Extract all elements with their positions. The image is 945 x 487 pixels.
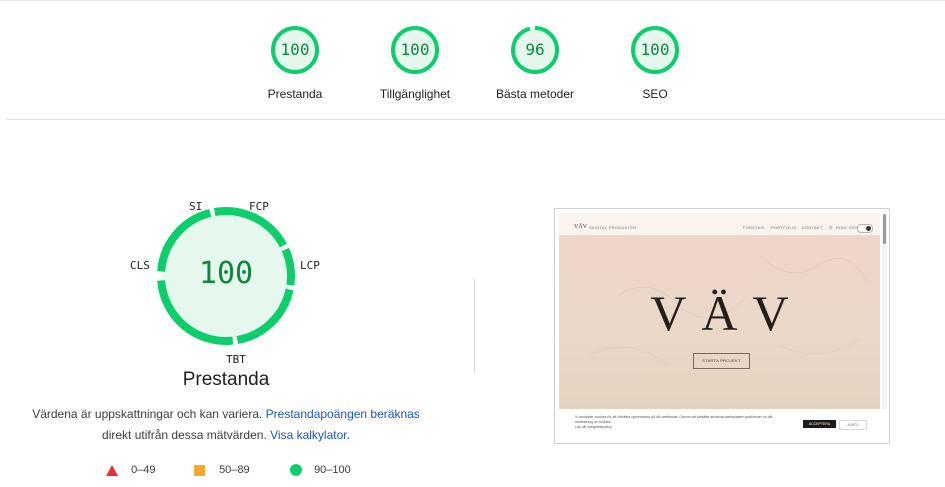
legend-item-fail: 0–49 <box>106 464 156 476</box>
performance-score: 100 <box>198 256 254 291</box>
cookie-text-line2: användning av cookies. <box>575 420 612 424</box>
gauge-seo[interactable]: 100 SEO <box>605 25 705 101</box>
site-logo: VÄV <box>574 224 587 230</box>
metric-label-tbt: TBT <box>226 353 246 366</box>
site-nav-contact: KONTAKT <box>802 225 823 230</box>
gauge-label: Tillgänglighet <box>379 87 451 101</box>
legend-range-pass: 90–100 <box>314 464 351 476</box>
site-nav-company: FÖRETAG <box>743 225 765 230</box>
gauge-performance[interactable]: 100 Prestanda <box>245 25 345 101</box>
legend-item-pass: 90–100 <box>290 464 351 477</box>
section-divider <box>6 119 945 120</box>
performance-description: Värdena är uppskattningar och kan varier… <box>20 404 432 446</box>
hero-title: VÄV <box>650 285 804 341</box>
gauge-best-practices[interactable]: 96 Bästa metoder <box>485 25 585 101</box>
description-suffix: . <box>346 428 350 442</box>
square-icon <box>194 464 205 476</box>
site-phone: RING OSS <box>836 225 858 230</box>
gauge-ring: 100 <box>630 25 680 75</box>
view-calculator-link[interactable]: Visa kalkylator <box>270 428 346 442</box>
circle-icon <box>290 464 302 477</box>
gauge-accessibility[interactable]: 100 Tillgänglighet <box>365 25 465 101</box>
cookie-reject-button: AVBÖJ <box>839 420 867 430</box>
gauge-ring: 100 <box>390 25 440 75</box>
screenshot-scrollbar <box>883 214 886 244</box>
metric-label-lcp: LCP <box>300 259 320 272</box>
performance-title: Prestanda <box>182 369 270 390</box>
legend-range-fail: 0–49 <box>131 464 156 476</box>
start-project-button: STARTA PROJEKT <box>693 353 750 369</box>
top-border <box>0 0 945 1</box>
gauge-score: 96 <box>525 40 545 59</box>
vertical-divider <box>474 279 475 373</box>
phone-icon: ✆ <box>829 225 833 230</box>
site-nav-portfolio: PORTFOLIO <box>771 225 797 230</box>
description-mid: direkt utifrån dessa mätvärden. <box>102 428 267 442</box>
cookie-policy-link: Läs vår integritetspolicy <box>575 425 612 429</box>
legend-item-average: 50–89 <box>194 464 250 476</box>
gauge-label: Prestanda <box>267 87 323 101</box>
theme-toggle <box>857 224 873 233</box>
score-calculation-link[interactable]: Prestandapoängen beräknas <box>266 407 420 421</box>
gauge-ring: 100 <box>270 25 320 75</box>
description-prefix: Värdena är uppskattningar och kan varier… <box>32 407 263 421</box>
legend-range-average: 50–89 <box>219 464 250 476</box>
cookie-accept-button: ACCEPTERA <box>803 420 836 428</box>
site-tagline: DIGITAL PRODUKTER <box>590 225 637 230</box>
triangle-icon <box>106 464 118 476</box>
metric-label-fcp: FCP <box>249 200 269 213</box>
cookie-text-line1: Vi använder cookies för att förbättra up… <box>575 415 773 419</box>
cookie-text: Vi använder cookies för att förbättra up… <box>575 415 795 430</box>
gauge-ring: 96 <box>510 25 560 75</box>
site-header: VÄV DIGITAL PRODUKTER FÖRETAG PORTFOLIO … <box>559 213 880 235</box>
metric-label-cls: CLS <box>130 259 150 272</box>
gauge-score: 100 <box>640 40 670 59</box>
gauge-label: Bästa metoder <box>495 87 575 101</box>
gauge-score: 100 <box>400 40 430 59</box>
metric-label-si: SI <box>189 200 203 213</box>
final-screenshot[interactable]: VÄV DIGITAL PRODUKTER FÖRETAG PORTFOLIO … <box>554 208 890 444</box>
gauge-label: SEO <box>642 87 668 101</box>
gauge-score: 100 <box>280 40 310 59</box>
